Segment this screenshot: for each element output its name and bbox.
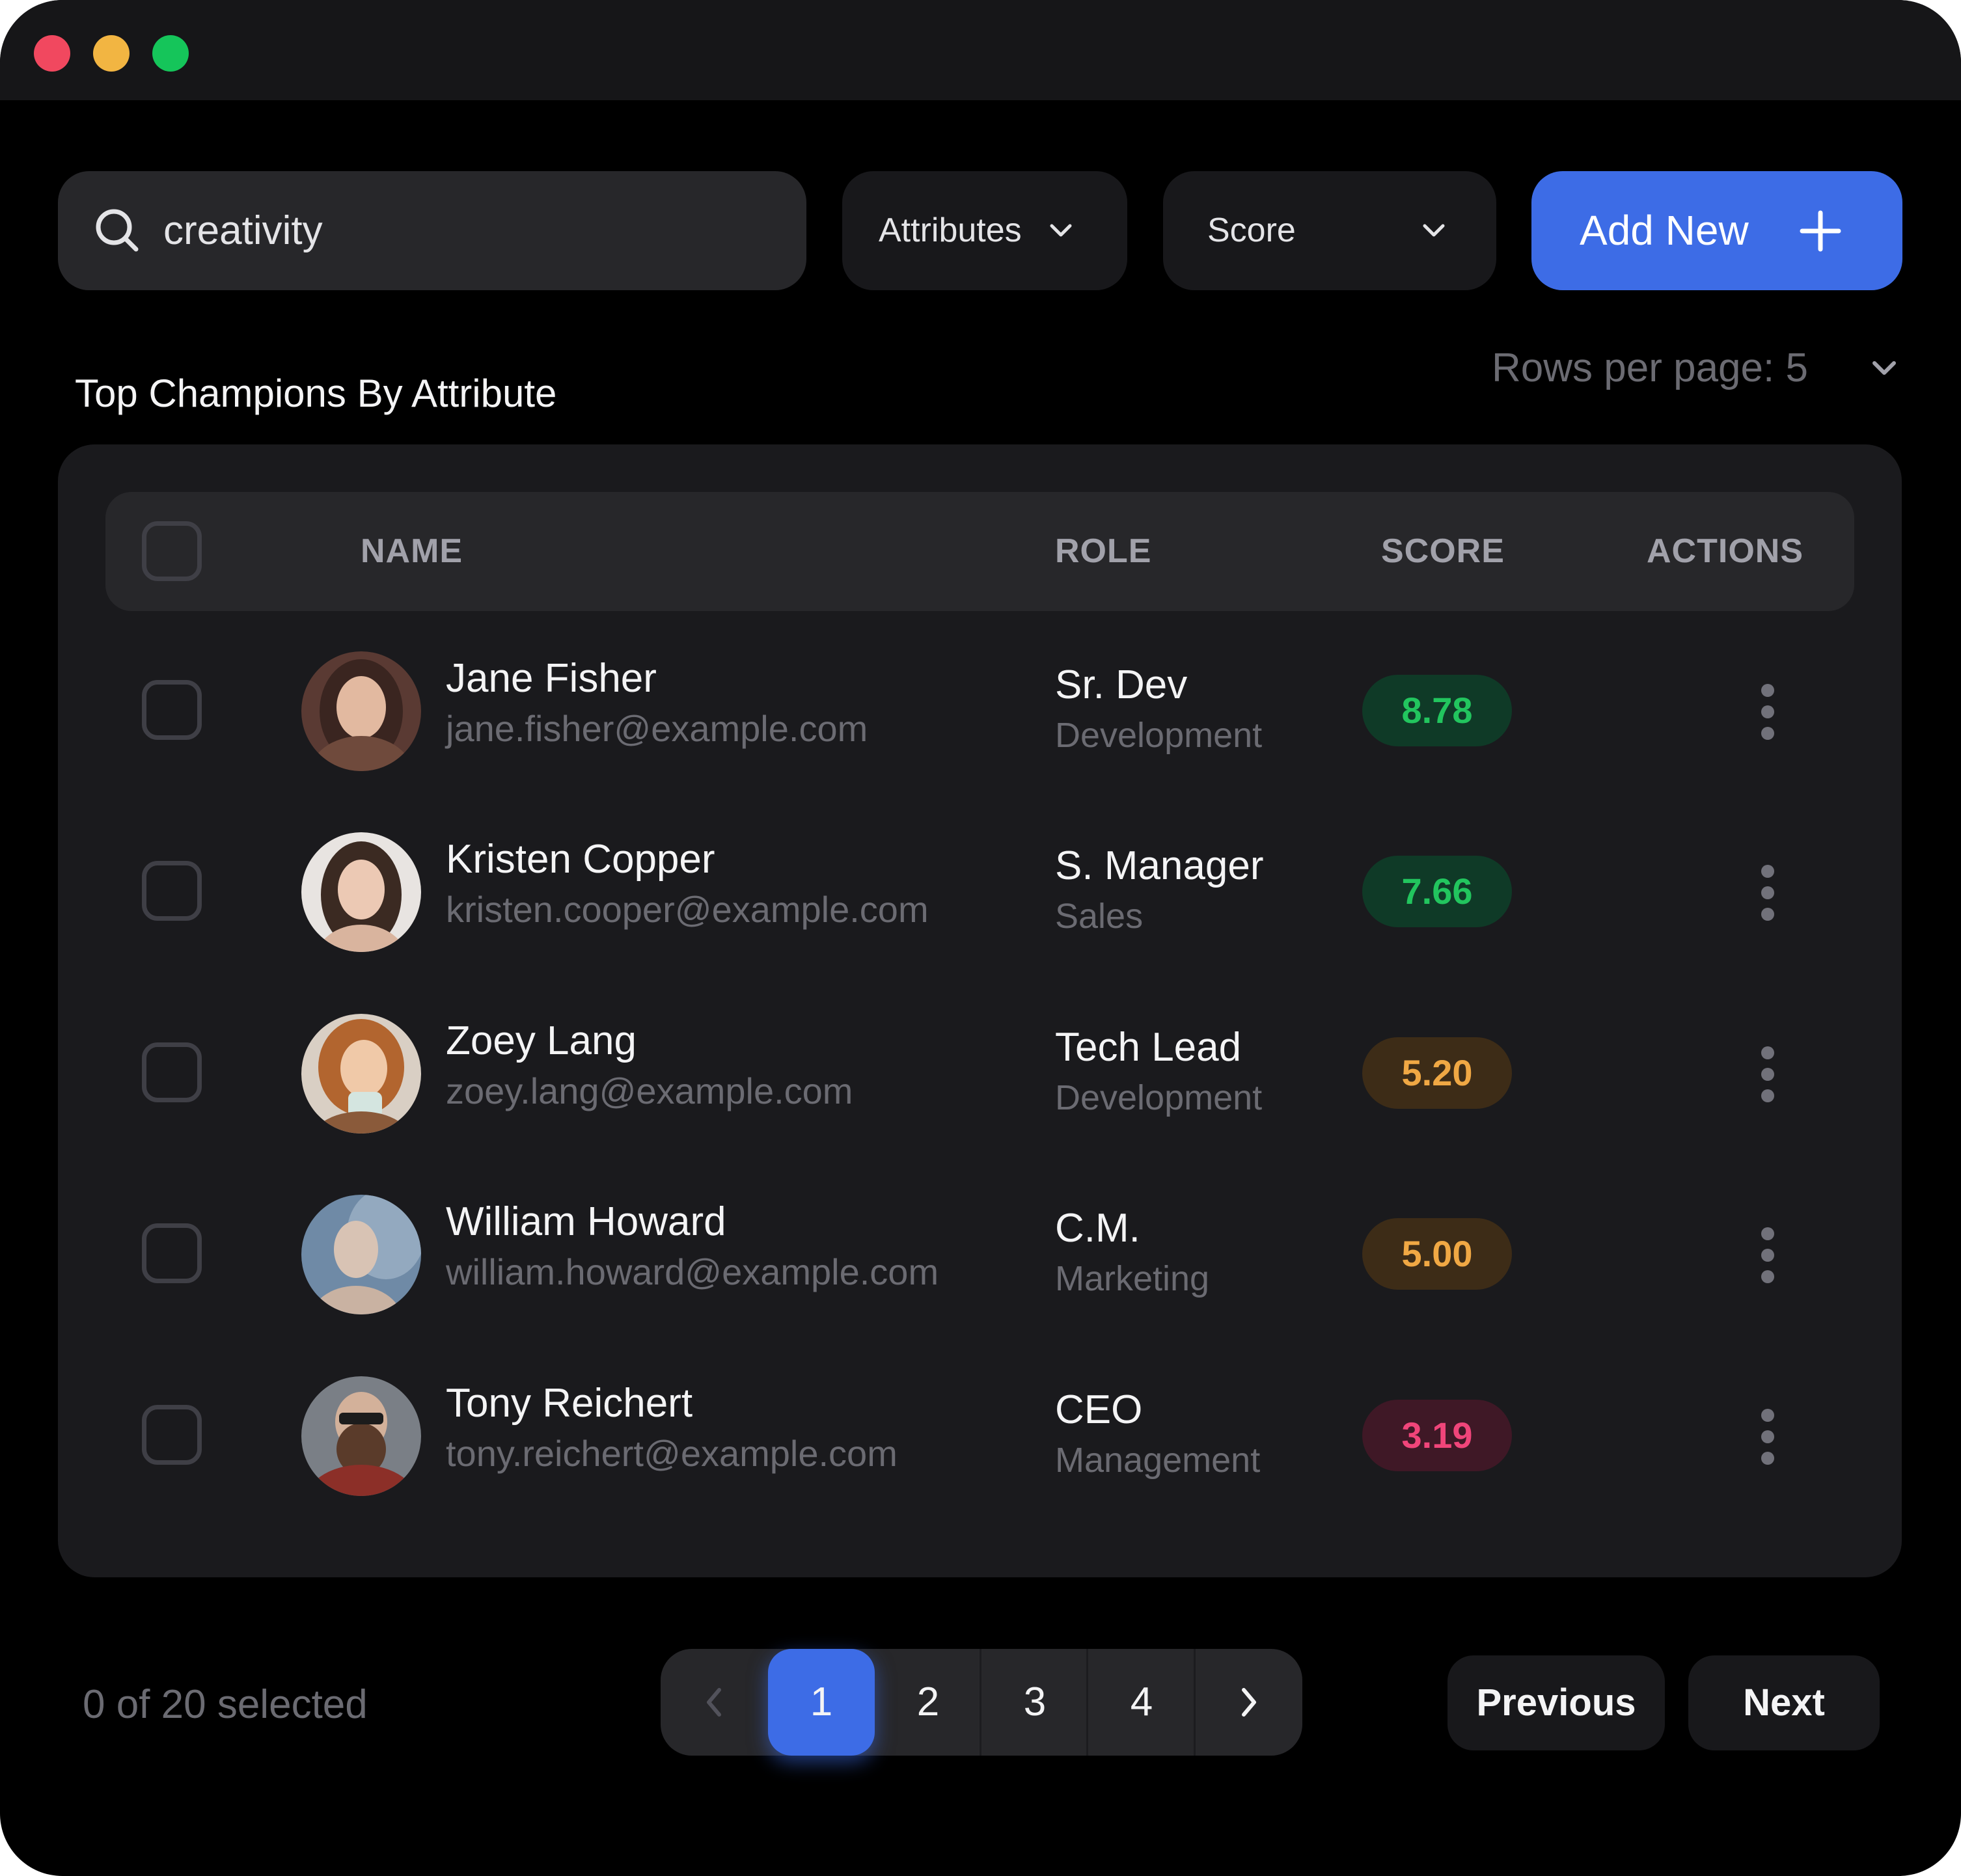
attributes-dropdown[interactable]: Attributes [842,171,1127,290]
avatar [301,832,421,952]
search-input[interactable]: creativity [58,171,806,290]
row-email: jane.fisher@example.com [446,708,868,749]
row-role: C.M. [1055,1206,1140,1251]
rows-per-page-select[interactable]: Rows per page: 5 [1492,345,1896,391]
row-checkbox[interactable] [142,861,202,921]
row-role: Sr. Dev [1055,662,1188,707]
add-new-label: Add New [1580,207,1749,254]
more-options-icon[interactable] [1760,1045,1776,1104]
row-role: Tech Lead [1055,1025,1242,1070]
previous-button[interactable]: Previous [1447,1655,1665,1750]
page-button-1[interactable]: 1 [768,1649,875,1756]
row-checkbox[interactable] [142,1405,202,1465]
score-badge: 5.20 [1362,1037,1512,1109]
table-row[interactable]: Tony Reichert tony.reichert@example.com … [58,1344,1902,1525]
minimize-window-button[interactable] [93,35,130,72]
row-checkbox[interactable] [142,1223,202,1283]
app-window: creativity Attributes Score Add New Top … [0,0,1961,1876]
attributes-dropdown-label: Attributes [879,211,1022,249]
more-options-icon[interactable] [1760,863,1776,922]
search-value: creativity [163,208,323,253]
more-options-icon[interactable] [1760,683,1776,741]
score-badge: 3.19 [1362,1400,1512,1471]
column-header-score[interactable]: SCORE [1381,492,1505,611]
score-dropdown-label: Score [1207,211,1296,249]
score-dropdown[interactable]: Score [1163,171,1496,290]
select-all-checkbox[interactable] [142,521,202,581]
table-row[interactable]: Jane Fisher jane.fisher@example.com Sr. … [58,619,1902,800]
row-email: tony.reichert@example.com [446,1433,898,1474]
row-role: S. Manager [1055,843,1264,888]
section-title: Top Champions By Attribute [75,372,557,415]
search-icon [96,209,139,252]
avatar [301,1195,421,1314]
add-new-button[interactable]: Add New [1531,171,1902,290]
row-department: Development [1055,1078,1263,1117]
pagination: 1 2 3 4 [661,1649,1302,1756]
row-checkbox[interactable] [142,1042,202,1102]
rows-per-page-label: Rows per page: 5 [1492,346,1808,390]
chevron-down-icon [1872,361,1896,375]
chevron-down-icon [1423,224,1445,237]
title-bar [0,0,1961,100]
row-department: Sales [1055,897,1144,936]
chevron-left-icon [707,1688,721,1717]
chevron-right-icon [1242,1688,1256,1717]
pagination-prev-button[interactable] [661,1649,767,1756]
row-name: Kristen Copper [446,837,715,882]
more-options-icon[interactable] [1760,1407,1776,1466]
table-header: NAME ROLE SCORE ACTIONS [105,492,1854,611]
next-button[interactable]: Next [1688,1655,1880,1750]
close-window-button[interactable] [34,35,70,72]
champions-table: NAME ROLE SCORE ACTIONS Jane Fisher jane… [58,444,1902,1577]
table-row[interactable]: Zoey Lang zoey.lang@example.com Tech Lea… [58,982,1902,1163]
avatar [301,651,421,771]
row-email: kristen.cooper@example.com [446,889,929,930]
page-button-3[interactable]: 3 [981,1649,1088,1756]
row-name: Jane Fisher [446,656,657,701]
row-name: Tony Reichert [446,1381,693,1426]
column-header-actions: ACTIONS [1647,532,1803,570]
row-role: CEO [1055,1387,1143,1432]
table-row[interactable]: Kristen Copper kristen.cooper@example.co… [58,800,1902,981]
row-checkbox[interactable] [142,680,202,740]
chevron-down-icon [1050,224,1072,237]
pagination-next-button[interactable] [1196,1649,1302,1756]
score-badge: 7.66 [1362,856,1512,927]
maximize-window-button[interactable] [152,35,189,72]
row-department: Management [1055,1441,1261,1480]
more-options-icon[interactable] [1760,1226,1776,1285]
avatar [301,1376,421,1496]
score-badge: 8.78 [1362,675,1512,746]
row-name: William Howard [446,1199,726,1244]
score-badge: 5.00 [1362,1218,1512,1290]
avatar [301,1014,421,1134]
page-button-2[interactable]: 2 [875,1649,981,1756]
column-header-role[interactable]: ROLE [1055,492,1151,611]
row-email: zoey.lang@example.com [446,1070,853,1111]
selection-count: 0 of 20 selected [83,1682,368,1727]
row-department: Marketing [1055,1259,1210,1298]
column-header-name[interactable]: NAME [361,492,463,611]
table-row[interactable]: William Howard william.howard@example.co… [58,1163,1902,1344]
row-name: Zoey Lang [446,1018,637,1063]
page-button-4[interactable]: 4 [1088,1649,1195,1756]
row-department: Development [1055,716,1263,755]
plus-icon [1800,210,1841,252]
row-email: william.howard@example.com [446,1251,939,1292]
